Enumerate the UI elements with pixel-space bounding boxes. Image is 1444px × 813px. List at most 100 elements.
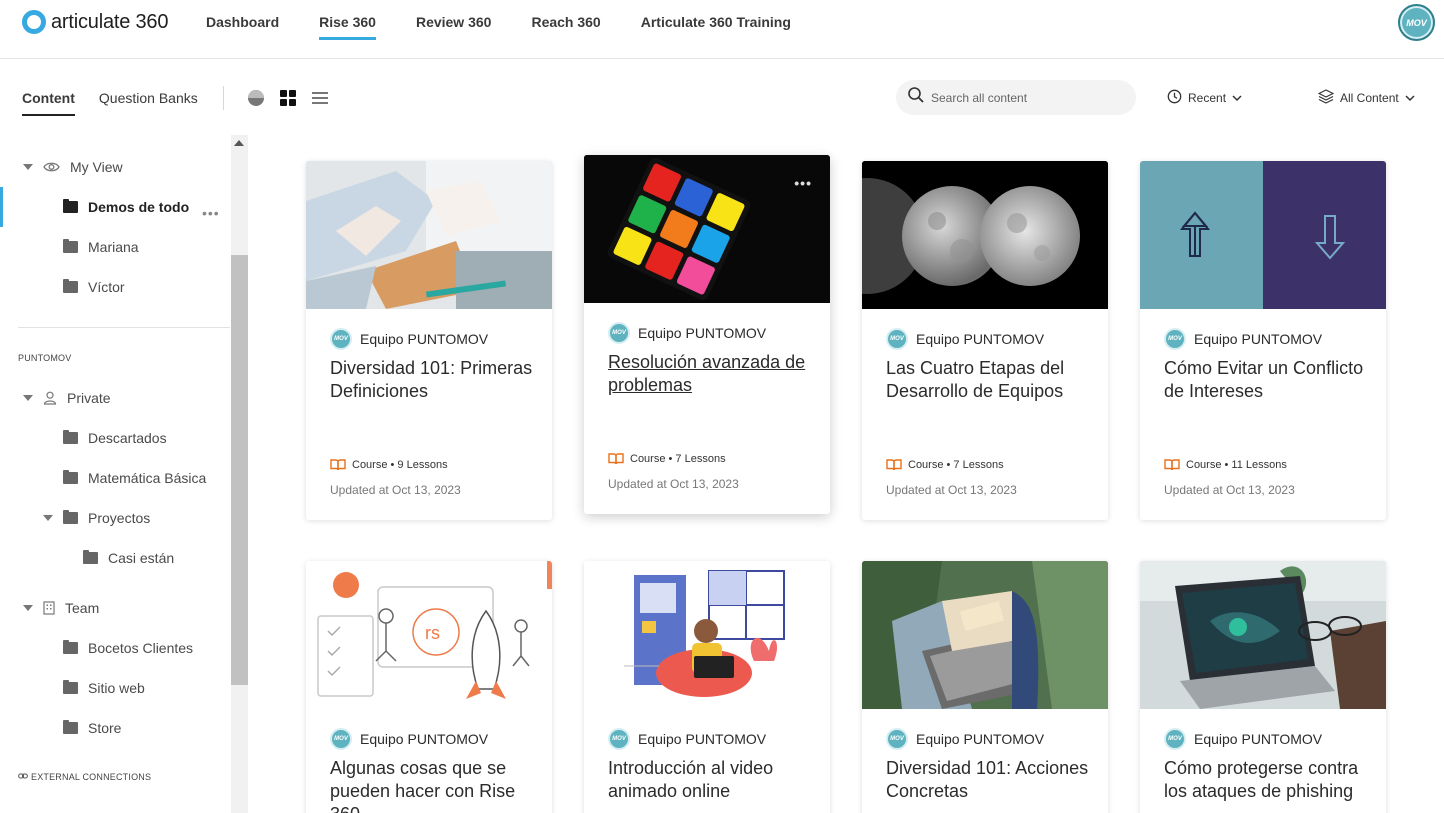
sidebar-folder-mariana[interactable]: Mariana [63, 237, 139, 257]
sidebar-scrollbar-thumb[interactable] [231, 255, 248, 685]
sidebar-label: Team [65, 600, 100, 616]
external-connections-header: EXTERNAL CONNECTIONS [18, 772, 151, 782]
card-title[interactable]: Introducción al video animado online [608, 757, 813, 803]
folder-icon [63, 239, 78, 253]
search-input[interactable] [931, 90, 1121, 105]
sidebar: My View Demos de todo ••• Mariana Víctor… [0, 135, 231, 813]
nav-reach-360[interactable]: Reach 360 [531, 0, 600, 59]
sidebar-folder-matematica[interactable]: Matemática Básica [63, 468, 206, 488]
course-card[interactable]: MOV Equipo PUNTOMOV Diversidad 101: Prim… [306, 161, 552, 520]
course-book-icon [330, 459, 346, 471]
sort-dropdown[interactable]: Recent [1167, 89, 1242, 107]
tab-content[interactable]: Content [22, 90, 75, 116]
course-card[interactable]: rs MOV Equipo PUNTOMOV Algunas cosas que… [306, 561, 552, 813]
author-name: Equipo PUNTOMOV [360, 331, 489, 347]
card-title[interactable]: Las Cuatro Etapas del Desarrollo de Equi… [886, 357, 1091, 403]
card-author: MOV Equipo PUNTOMOV [608, 728, 766, 750]
sidebar-folder-store[interactable]: Store [63, 718, 121, 738]
course-card[interactable]: ••• MOV Equipo PUNTOMOV Resolución avanz… [584, 155, 830, 514]
course-meta-text: Course • 11 Lessons [1186, 459, 1287, 471]
card-title[interactable]: Algunas cosas que se pueden hacer con Ri… [330, 757, 535, 813]
sidebar-folder-bocetos[interactable]: Bocetos Clientes [63, 638, 193, 658]
tab-question-banks[interactable]: Question Banks [99, 90, 198, 116]
card-updated-date: Updated at Oct 13, 2023 [886, 483, 1017, 497]
nav-rise-360[interactable]: Rise 360 [319, 0, 376, 59]
shared-folder-icon [63, 680, 78, 694]
more-options-icon[interactable]: ••• [202, 205, 220, 221]
sidebar-team[interactable]: Team [23, 598, 99, 618]
nav-review-360[interactable]: Review 360 [416, 0, 492, 59]
course-card[interactable]: MOV Equipo PUNTOMOV Las Cuatro Etapas de… [862, 161, 1108, 520]
filter-dropdown[interactable]: All Content [1317, 89, 1415, 107]
course-card[interactable]: MOV Equipo PUNTOMOV Cómo protegerse cont… [1140, 561, 1386, 813]
active-folder-indicator [0, 187, 3, 227]
nav-dashboard[interactable]: Dashboard [206, 0, 279, 59]
card-thumbnail [1140, 561, 1386, 709]
sidebar-label: Bocetos Clientes [88, 640, 194, 656]
sidebar-folder-demos[interactable]: Demos de todo [63, 197, 189, 217]
course-book-icon [608, 453, 624, 465]
caret-down-icon[interactable] [23, 164, 33, 170]
sidebar-folder-descartados[interactable]: Descartados [63, 428, 167, 448]
building-icon [43, 601, 55, 615]
link-icon [18, 772, 28, 782]
card-thumbnail [306, 161, 552, 309]
card-author: MOV Equipo PUNTOMOV [886, 328, 1044, 350]
sidebar-folder-sitio-web[interactable]: Sitio web [63, 678, 145, 698]
card-title[interactable]: Cómo protegerse contra los ataques de ph… [1164, 757, 1369, 803]
chevron-down-icon [1405, 91, 1415, 105]
card-title[interactable]: Cómo Evitar un Conflicto de Intereses [1164, 357, 1369, 403]
search-box[interactable] [896, 80, 1136, 115]
sidebar-folder-victor[interactable]: Víctor [63, 277, 125, 297]
sidebar-label: Víctor [88, 279, 125, 295]
top-nav: Dashboard Rise 360 Review 360 Reach 360 … [206, 0, 791, 59]
sidebar-private[interactable]: Private [23, 388, 111, 408]
filter-label: All Content [1340, 91, 1399, 105]
sidebar-folder-casi-estan[interactable]: Casi están [83, 548, 174, 568]
card-thumbnail [862, 561, 1108, 709]
caret-down-icon[interactable] [23, 395, 33, 401]
author-avatar: MOV [1164, 328, 1186, 350]
articulate-logo[interactable]: articulate 360 [22, 10, 168, 34]
card-title[interactable]: Resolución avanzada de problemas [608, 351, 813, 397]
sidebar-label: Demos de todo [88, 199, 190, 215]
user-icon [43, 391, 57, 405]
nav-articulate-training[interactable]: Articulate 360 Training [641, 0, 791, 59]
card-title[interactable]: Diversidad 101: Primeras Definiciones [330, 357, 535, 403]
card-thumbnail: ••• [584, 155, 830, 303]
author-avatar: MOV [608, 322, 630, 344]
folder-icon [63, 470, 78, 484]
caret-down-icon[interactable] [43, 515, 53, 521]
sidebar-divider [18, 327, 230, 328]
card-author: MOV Equipo PUNTOMOV [886, 728, 1044, 750]
course-card[interactable]: MOV Equipo PUNTOMOV Diversidad 101: Acci… [862, 561, 1108, 813]
caret-down-icon[interactable] [23, 605, 33, 611]
card-updated-date: Updated at Oct 13, 2023 [1164, 483, 1295, 497]
author-avatar: MOV [886, 328, 908, 350]
course-card[interactable]: MOV Equipo PUNTOMOV Introducción al vide… [584, 561, 830, 813]
card-author: MOV Equipo PUNTOMOV [608, 322, 766, 344]
org-label: PUNTOMOV [18, 353, 72, 363]
external-connections-label: EXTERNAL CONNECTIONS [31, 772, 152, 782]
list-view-icon[interactable] [311, 89, 329, 107]
card-updated-date: Updated at Oct 13, 2023 [608, 477, 739, 491]
theme-toggle-icon[interactable] [247, 89, 265, 107]
card-author: MOV Equipo PUNTOMOV [330, 728, 488, 750]
author-avatar: MOV [330, 328, 352, 350]
search-icon [907, 86, 925, 109]
grid-view-icon[interactable] [279, 89, 297, 107]
card-title[interactable]: Diversidad 101: Acciones Concretas [886, 757, 1091, 803]
card-thumbnail: rs [306, 561, 552, 709]
card-more-options-icon[interactable]: ••• [794, 175, 812, 191]
sidebar-my-view[interactable]: My View [23, 157, 123, 177]
scroll-up-arrow-icon[interactable] [234, 140, 244, 146]
author-name: Equipo PUNTOMOV [1194, 731, 1323, 747]
logo-text: articulate 360 [51, 10, 169, 33]
shared-folder-icon [63, 720, 78, 734]
card-meta: Course • 7 Lessons [886, 459, 1004, 471]
card-thumbnail [584, 561, 830, 709]
card-thumbnail [862, 161, 1108, 309]
sidebar-folder-proyectos[interactable]: Proyectos [43, 508, 150, 528]
user-avatar[interactable]: MOV [1398, 4, 1435, 41]
course-card[interactable]: MOV Equipo PUNTOMOV Cómo Evitar un Confl… [1140, 161, 1386, 520]
